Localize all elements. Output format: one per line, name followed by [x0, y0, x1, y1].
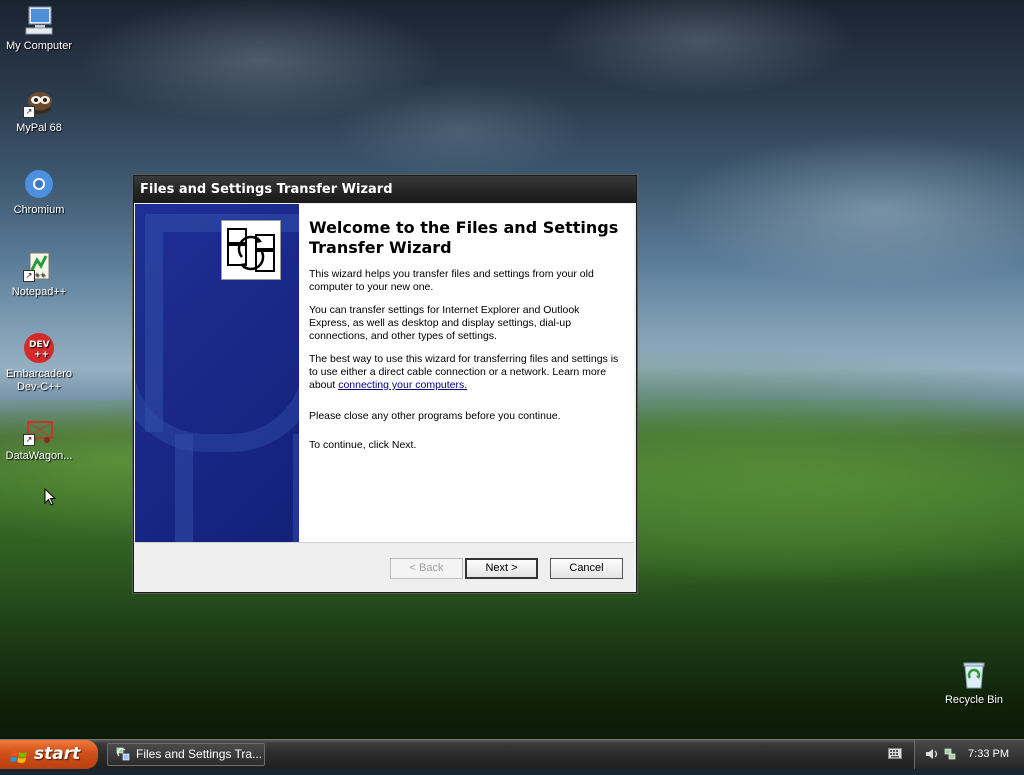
windows-logo-icon — [10, 746, 28, 763]
wizard-window[interactable]: Files and Settings Transfer Wizard Welco… — [133, 175, 637, 593]
volume-icon[interactable] — [925, 747, 939, 764]
chromium-icon — [23, 168, 55, 200]
notepad-plus-plus-icon: ++ ↗ — [23, 250, 55, 282]
wizard-continue-text: To continue, click Next. — [309, 439, 417, 451]
taskbar-window-button[interactable]: Files and Settings Tra... — [107, 743, 265, 766]
desktop-icon-label: Recycle Bin — [944, 694, 1004, 706]
back-button[interactable]: < Back — [390, 558, 463, 579]
window-title: Files and Settings Transfer Wizard — [140, 182, 393, 197]
mypal-icon: ↗ — [23, 86, 55, 118]
shortcut-arrow-icon: ↗ — [23, 106, 35, 118]
wizard-content: Welcome to the Files and Settings Transf… — [309, 218, 619, 462]
start-label: start — [34, 744, 81, 764]
window-titlebar[interactable]: Files and Settings Transfer Wizard — [134, 176, 636, 203]
desktop-icon-label: Notepad++ — [11, 286, 67, 298]
next-button[interactable]: Next > — [465, 558, 538, 579]
desktop-icon-label: Embarcadero Dev-C++ — [5, 368, 73, 393]
recycle-bin-icon — [958, 658, 990, 690]
system-clock[interactable]: 7:33 PM — [968, 740, 1009, 769]
taskbar-window-label: Files and Settings Tra... — [136, 747, 263, 761]
desktop-icon-datawagon[interactable]: ↗ DataWagon... — [0, 414, 78, 463]
datawagon-icon: ↗ — [23, 414, 55, 446]
desktop-icon-my-computer[interactable]: My Computer — [0, 4, 78, 53]
shortcut-arrow-icon: ↗ — [23, 270, 35, 282]
desktop-icon-devcpp[interactable]: DEV ++ Embarcadero Dev-C++ — [0, 332, 78, 394]
sidebar-decoration — [135, 324, 299, 452]
desktop-icon-label: My Computer — [5, 40, 73, 52]
shortcut-arrow-icon: ↗ — [23, 434, 35, 446]
wizard-intro-text: This wizard helps you transfer files and… — [309, 268, 594, 293]
desktop-icon-recycle-bin[interactable]: Recycle Bin — [935, 658, 1013, 707]
transfer-wizard-icon — [221, 220, 281, 280]
network-icon[interactable] — [943, 747, 957, 764]
mouse-cursor-icon — [44, 487, 57, 509]
desktop-icon-label: Chromium — [13, 204, 65, 216]
wizard-close-programs-text: Please close any other programs before y… — [309, 410, 561, 422]
system-tray: 7:33 PM — [914, 740, 1024, 769]
svg-text:++: ++ — [34, 271, 46, 279]
computer-icon — [23, 4, 55, 36]
desktop-icon-chromium[interactable]: Chromium — [0, 168, 78, 217]
sidebar-decoration — [175, 434, 299, 542]
desktop-icon-mypal[interactable]: ↗ MyPal 68 — [0, 86, 78, 135]
devcpp-icon: DEV ++ — [23, 332, 55, 364]
desktop-icon-notepad-plus-plus[interactable]: ++ ↗ Notepad++ — [0, 250, 78, 299]
svg-text:++: ++ — [34, 350, 49, 360]
cancel-button[interactable]: Cancel — [550, 558, 623, 579]
wizard-button-bar: < Back Next > Cancel — [135, 542, 634, 592]
transfer-wizard-small-icon — [116, 747, 130, 761]
desktop-icon-label: DataWagon... — [5, 450, 73, 462]
svg-text:DEV: DEV — [29, 340, 50, 350]
wizard-heading: Welcome to the Files and Settings Transf… — [309, 218, 619, 257]
wizard-body: Welcome to the Files and Settings Transf… — [135, 204, 634, 542]
keyboard-icon[interactable] — [888, 748, 902, 759]
desktop-icon-label: MyPal 68 — [16, 122, 62, 134]
start-button[interactable]: start — [0, 740, 98, 769]
wizard-connection-text: The best way to use this wizard for tran… — [309, 353, 619, 392]
connecting-computers-link[interactable]: connecting your computers. — [338, 379, 467, 391]
wizard-sidebar-banner — [135, 204, 299, 542]
taskbar: start Files and Settings Tra... 7:33 PM — [0, 739, 1024, 769]
wizard-settings-text: You can transfer settings for Internet E… — [309, 304, 580, 342]
